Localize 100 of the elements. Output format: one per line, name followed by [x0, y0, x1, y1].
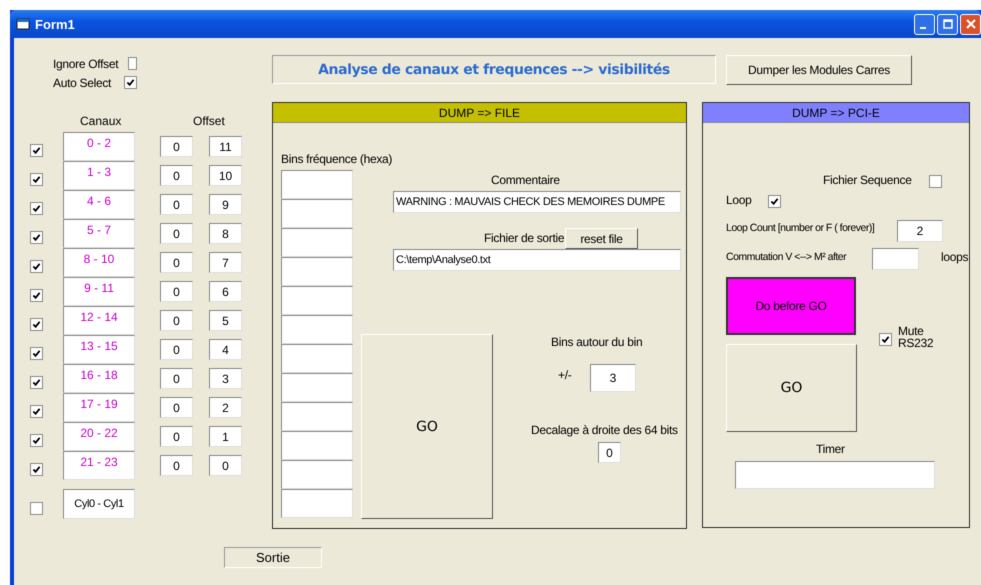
offset-field[interactable]: 5 [209, 310, 242, 331]
offset-field[interactable]: 8 [209, 223, 242, 244]
checkbox[interactable] [30, 289, 43, 302]
bin-field[interactable] [281, 344, 353, 373]
channel-field[interactable]: Cyl0 - Cyl1 [63, 489, 135, 519]
checkbox[interactable] [30, 463, 43, 476]
close-button[interactable] [960, 14, 981, 34]
offset-field[interactable]: 0 [160, 397, 193, 418]
shift-field[interactable]: 0 [598, 442, 621, 463]
bin-field[interactable] [281, 228, 353, 257]
output-label: Sortie [224, 547, 322, 568]
bin-field[interactable] [281, 402, 353, 431]
panel-header: DUMP => PCI-E [703, 103, 969, 123]
checkbox[interactable] [30, 173, 43, 186]
reset-file-button[interactable]: reset file [565, 228, 638, 249]
panel-header: DUMP => FILE [273, 103, 686, 123]
offset-field[interactable]: 0 [160, 252, 193, 273]
bin-field[interactable] [281, 431, 353, 460]
output-path-field[interactable]: C:\temp\Analyse0.txt [393, 249, 681, 271]
checkbox[interactable] [30, 405, 43, 418]
channel-field[interactable]: 16 - 18 [63, 364, 135, 393]
option-label: Auto Select [53, 76, 112, 90]
offset-field[interactable]: 10 [209, 165, 242, 186]
checkbox[interactable] [30, 318, 43, 331]
channel-field[interactable]: 4 - 6 [63, 190, 135, 219]
checkbox[interactable] [30, 502, 43, 514]
bin-field[interactable] [281, 315, 353, 344]
comment-label: Commentaire [491, 173, 560, 187]
go-button[interactable]: GO [361, 334, 493, 519]
offset-field[interactable]: 0 [160, 194, 193, 215]
channel-field[interactable]: 17 - 19 [63, 393, 135, 422]
checkbox[interactable] [30, 202, 43, 215]
checkbox[interactable] [30, 260, 43, 273]
checkbox[interactable] [30, 144, 43, 157]
checkbox[interactable] [30, 434, 43, 447]
channel-field[interactable]: 5 - 7 [63, 219, 135, 248]
offset-field[interactable]: 7 [209, 252, 242, 273]
minimize-button[interactable] [914, 14, 935, 34]
timer-label: Timer [816, 442, 845, 456]
offset-field[interactable]: 11 [209, 136, 242, 157]
offset-field[interactable]: 9 [209, 194, 242, 215]
offset-field[interactable]: 4 [209, 339, 242, 360]
offset-field[interactable]: 0 [160, 136, 193, 157]
sequence-label: Fichier Sequence [823, 173, 912, 187]
minimize-icon [920, 26, 926, 28]
offset-field[interactable]: 6 [209, 281, 242, 302]
channel-field[interactable]: 8 - 10 [63, 248, 135, 277]
column-header: Offset [193, 114, 225, 130]
maximize-icon [942, 19, 952, 29]
bin-field[interactable] [281, 460, 353, 489]
banner-title: Analyse de canaux et frequences --> visibilités [272, 55, 716, 84]
bin-field[interactable] [281, 170, 353, 199]
offset-field[interactable]: 0 [160, 223, 193, 244]
offset-field[interactable]: 3 [209, 368, 242, 389]
bin-field[interactable] [281, 489, 353, 518]
checkbox[interactable] [30, 231, 43, 244]
offset-field[interactable]: 0 [160, 281, 193, 302]
channel-field[interactable]: 13 - 15 [63, 335, 135, 364]
loops-label: loops [941, 250, 968, 264]
offset-field[interactable]: 0 [160, 339, 193, 360]
checkbox[interactable] [929, 175, 942, 188]
maximize-button[interactable] [937, 14, 958, 34]
close-icon [966, 19, 976, 29]
checkbox[interactable] [124, 76, 137, 89]
offset-field[interactable]: 1 [209, 426, 242, 447]
channel-field[interactable]: 0 - 2 [63, 132, 135, 161]
column-header: Canaux [80, 114, 122, 130]
bin-field[interactable] [281, 257, 353, 286]
checkbox[interactable] [879, 333, 892, 346]
comment-field[interactable]: WARNING : MAUVAIS CHECK DES MEMOIRES DUMPE [393, 191, 681, 213]
offset-field[interactable]: 0 [160, 165, 193, 186]
do-before-go-button[interactable]: Do before GO [726, 277, 856, 335]
channel-field[interactable]: 20 - 22 [63, 422, 135, 451]
offset-field[interactable]: 0 [160, 426, 193, 447]
channel-field[interactable]: 12 - 14 [63, 306, 135, 335]
loop-count-label: Loop Count [number or F ( forever)] [726, 222, 874, 234]
bin-field[interactable] [281, 199, 353, 228]
channel-field[interactable]: 1 - 3 [63, 161, 135, 190]
window-title: Form1 [35, 16, 75, 32]
offset-field[interactable]: 0 [160, 310, 193, 331]
dump-modules-button[interactable]: Dumper les Modules Carres [726, 55, 912, 85]
offset-field[interactable]: 0 [160, 368, 193, 389]
offset-field[interactable]: 0 [160, 455, 193, 476]
timer-field[interactable] [735, 461, 935, 489]
checkbox[interactable] [768, 195, 781, 208]
commutation-label: Commutation V <--> M² after [726, 251, 846, 263]
commutation-field[interactable] [872, 248, 919, 270]
bins-label: Bins fréquence (hexa) [281, 152, 392, 166]
offset-field[interactable]: 0 [209, 455, 242, 476]
checkbox[interactable] [30, 376, 43, 389]
offset-field[interactable]: 2 [209, 397, 242, 418]
checkbox[interactable] [128, 57, 137, 70]
loop-count-field[interactable]: 2 [897, 220, 943, 242]
bin-field[interactable] [281, 286, 353, 315]
bins-around-field[interactable]: 3 [590, 364, 636, 392]
checkbox[interactable] [30, 347, 43, 360]
go-button[interactable]: GO [726, 344, 857, 432]
channel-field[interactable]: 9 - 11 [63, 277, 135, 306]
channel-field[interactable]: 21 - 23 [63, 451, 135, 480]
bin-field[interactable] [281, 373, 353, 402]
